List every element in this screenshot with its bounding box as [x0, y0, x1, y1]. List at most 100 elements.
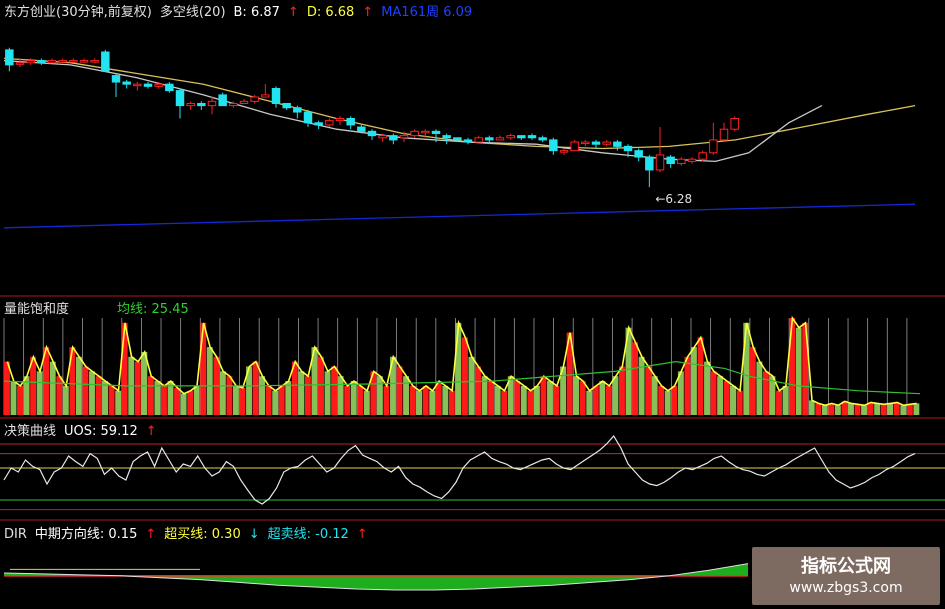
candle-body [463, 139, 473, 143]
vol-bar [612, 376, 619, 415]
vol-bar [259, 376, 266, 415]
candle-body [709, 139, 718, 154]
vol-bar [298, 371, 305, 415]
candle-body [207, 100, 217, 107]
vol-bar [756, 361, 763, 415]
vol-bar [278, 385, 285, 415]
dir-sell-label: 超卖线: -0.12 ↑ [267, 527, 368, 542]
candle-body [687, 158, 697, 162]
vol-bar [468, 356, 475, 415]
vol-bar [573, 376, 580, 415]
vol-bar [324, 371, 331, 415]
dir-area [4, 563, 748, 590]
vol-bar [671, 385, 678, 415]
candle-body [37, 60, 46, 64]
vol-bar [658, 385, 665, 415]
vol-bar [717, 376, 724, 415]
candle-body [698, 152, 707, 160]
vol-avg-label: 均线: 25.45 [117, 302, 189, 317]
vol-bar [533, 385, 540, 415]
vol-bar [762, 371, 769, 415]
candle-body [282, 102, 291, 109]
vol-bar [36, 371, 43, 415]
main-header: 东方创业(30分钟,前复权) 多空线(20) B: 6.87 ↑ D: 6.68 ↑ MA1… [4, 1, 480, 20]
vol-bar [834, 405, 841, 415]
volume-panel [3, 315, 921, 415]
vol-bar [880, 404, 887, 415]
vol-bar [861, 405, 868, 415]
candle-body [399, 135, 409, 139]
ma-white-line [3, 59, 823, 163]
vol-bar [285, 381, 292, 415]
candle-body [250, 96, 259, 102]
candle-body [346, 117, 355, 126]
vol-bar [645, 366, 652, 415]
vol-bar [180, 393, 187, 415]
candle-body [655, 154, 665, 171]
vol-bar [704, 361, 710, 415]
vol-bar [416, 390, 423, 415]
candle-body [197, 102, 206, 107]
vol-bar [141, 351, 148, 415]
main-title: 东方创业(30分钟,前复权) [4, 5, 152, 20]
candle-body [335, 117, 345, 122]
candle-body [69, 60, 78, 63]
vol-bar [265, 385, 272, 415]
candle-body [175, 90, 185, 107]
candle-body [186, 102, 195, 107]
vol-bar [540, 376, 547, 415]
vol-bar [350, 381, 357, 415]
vol-bar [475, 366, 481, 415]
candle-body [303, 111, 313, 124]
vol-bar [893, 402, 900, 415]
candle-body [293, 107, 302, 113]
vol-bar [906, 404, 913, 415]
vol-bar [200, 322, 207, 415]
candle-body [453, 137, 462, 141]
vol-bar [403, 376, 410, 415]
candle-body [15, 62, 25, 65]
vol-bar [49, 361, 56, 415]
vol-bar [874, 403, 881, 415]
vol-bar [108, 385, 115, 415]
candle-body [559, 150, 569, 153]
dir-title: DIR [4, 527, 27, 542]
candle-body [570, 141, 579, 152]
candle-body [581, 141, 590, 145]
vol-bar [10, 381, 17, 415]
candle-body [474, 137, 483, 143]
dir-mid-label: 中期方向线: 0.15 ↑ [34, 527, 157, 542]
vol-bar [821, 405, 828, 415]
candle-body [506, 135, 515, 139]
vol-bar [409, 385, 416, 415]
dir-header: DIR 中期方向线: 0.15 ↑ 超买线: 0.30 ↓ 超卖线: -0.12 ↑ [4, 523, 376, 542]
watermark: 指标公式网 www.zbgs3.com [752, 547, 940, 605]
candle-body [357, 126, 366, 132]
vol-bar [854, 404, 861, 415]
vol-bar [815, 403, 822, 415]
uos-value-label: UOS: 59.12 ↑ [64, 424, 157, 439]
vol-bar [206, 347, 213, 415]
candle-body [666, 156, 675, 165]
vol-bar [743, 322, 750, 415]
vol-bar [422, 385, 429, 415]
vol-bar [239, 387, 246, 415]
candle-body [271, 87, 281, 104]
candle-body [730, 117, 739, 130]
vol-bar [233, 385, 239, 415]
candle-body [47, 60, 57, 64]
vol-bar [586, 390, 593, 415]
vol-bar [174, 387, 181, 415]
candle-body [538, 137, 547, 141]
candle-body [90, 60, 99, 63]
vol-bar [697, 337, 704, 415]
main-panel: ←6.28 [3, 47, 916, 229]
vol-bar [357, 385, 364, 415]
vol-bar [776, 390, 782, 415]
vol-bar [4, 361, 10, 415]
vol-bar [553, 385, 560, 415]
vol-bar [56, 376, 63, 415]
vol-bar [17, 385, 23, 415]
candle-body [431, 130, 441, 134]
vol-bar [599, 381, 606, 415]
